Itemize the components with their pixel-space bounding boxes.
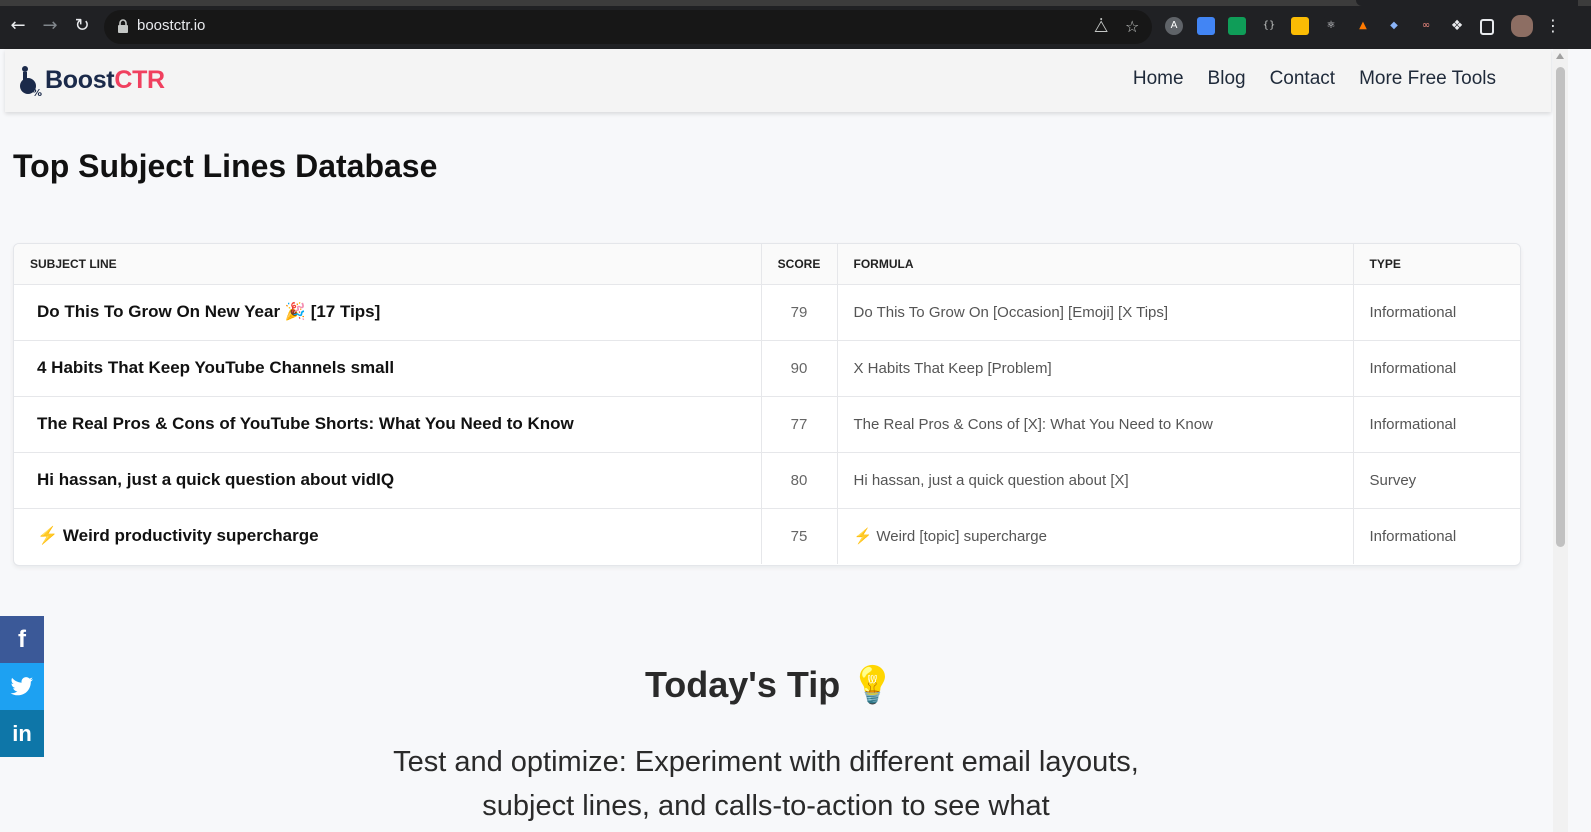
mail-extension-icon[interactable] — [1228, 17, 1246, 35]
type-cell: Informational — [1353, 284, 1520, 341]
analytics-extension-icon[interactable]: ▲ — [1354, 17, 1372, 35]
reload-icon[interactable]: ↻ — [70, 14, 94, 38]
nav-blog-link[interactable]: Blog — [1208, 68, 1246, 90]
nav-more-tools-link[interactable]: More Free Tools — [1359, 68, 1496, 90]
profile-avatar[interactable] — [1511, 15, 1533, 37]
formula-cell: ⚡ Weird [topic] supercharge — [837, 508, 1354, 564]
forward-icon[interactable]: → — [38, 14, 62, 38]
puzzle-extensions-icon[interactable]: ❖ — [1448, 17, 1466, 35]
subject-cell[interactable]: The Real Pros & Cons of YouTube Shorts: … — [14, 396, 762, 453]
subject-cell[interactable]: Hi hassan, just a quick question about v… — [14, 452, 762, 509]
tab-strip — [0, 0, 1591, 6]
linkedin-icon: in — [12, 720, 32, 746]
column-header-score[interactable]: SCORE — [761, 244, 838, 285]
column-header-formula[interactable]: FORMULA — [837, 244, 1354, 285]
share-icon[interactable]: ⧊ — [1094, 17, 1108, 37]
score-cell: 90 — [761, 340, 838, 397]
browser-menu-icon[interactable]: ⋮ — [1541, 14, 1565, 38]
lock-icon — [118, 19, 128, 33]
docs-extension-icon[interactable] — [1197, 17, 1215, 35]
column-header-type[interactable]: TYPE — [1353, 244, 1520, 285]
url-text[interactable]: boostctr.io — [137, 17, 205, 34]
browser-tab[interactable] — [1356, 0, 1578, 6]
type-cell: Informational — [1353, 340, 1520, 397]
subject-lines-table-card: SUBJECT LINE SCORE FORMULA TYPE Do This … — [13, 243, 1521, 566]
table-header-row: SUBJECT LINE SCORE FORMULA TYPE — [14, 244, 1520, 285]
formula-cell: The Real Pros & Cons of [X]: What You Ne… — [837, 396, 1354, 453]
formula-cell: Hi hassan, just a quick question about [… — [837, 452, 1354, 509]
formula-cell: Do This To Grow On [Occasion] [Emoji] [X… — [837, 284, 1354, 341]
sidepanel-icon[interactable] — [1480, 19, 1494, 35]
table-row[interactable]: ⚡ Weird productivity supercharge 75 ⚡ We… — [14, 508, 1520, 564]
score-cell: 77 — [761, 396, 838, 453]
json-extension-icon[interactable]: {} — [1260, 17, 1278, 35]
table-row[interactable]: The Real Pros & Cons of YouTube Shorts: … — [14, 396, 1520, 453]
scroll-up-icon[interactable] — [1556, 53, 1564, 59]
subject-lines-table: SUBJECT LINE SCORE FORMULA TYPE Do This … — [14, 244, 1520, 564]
site-header: % BoostCTR Home Blog Contact More Free T… — [5, 49, 1551, 112]
nav-home-link[interactable]: Home — [1133, 68, 1184, 90]
facebook-icon: f — [18, 625, 26, 653]
score-cell: 75 — [761, 508, 838, 564]
subject-cell[interactable]: ⚡ Weird productivity supercharge — [14, 508, 762, 564]
nav-contact-link[interactable]: Contact — [1270, 68, 1335, 90]
svg-text:%: % — [32, 88, 42, 97]
glasses-extension-icon[interactable]: ∞ — [1417, 17, 1435, 35]
address-bar[interactable]: boostctr.io ⧊ ☆ — [104, 10, 1152, 44]
main-navigation: Home Blog Contact More Free Tools — [1133, 68, 1496, 90]
page-scrollbar[interactable] — [1553, 49, 1568, 832]
react-extension-icon[interactable]: ⚛ — [1322, 17, 1340, 35]
linkedin-share-button[interactable]: in — [0, 710, 44, 757]
maps-extension-icon[interactable] — [1291, 17, 1309, 35]
bookmark-star-icon[interactable]: ☆ — [1125, 17, 1139, 36]
type-cell: Survey — [1353, 452, 1520, 509]
site-logo[interactable]: BoostCTR — [45, 66, 165, 95]
boost-logo-icon[interactable]: % — [17, 65, 43, 97]
todays-tip-heading: Today's Tip 💡 — [644, 664, 896, 705]
back-icon[interactable]: ← — [6, 14, 30, 38]
browser-toolbar: ← → ↻ boostctr.io ⧊ ☆ A {} ⚛ ▲ ◆ ∞ ❖ ⋮ — [0, 0, 1591, 49]
scrollbar-thumb[interactable] — [1556, 67, 1565, 547]
score-cell: 80 — [761, 452, 838, 509]
shield-extension-icon[interactable]: ◆ — [1385, 17, 1403, 35]
todays-tip-text: Test and optimize: Experiment with diffe… — [393, 746, 1139, 822]
type-cell: Informational — [1369, 527, 1457, 545]
page-title: Top Subject Lines Database — [13, 148, 438, 184]
adblock-extension-icon[interactable]: A — [1165, 17, 1183, 35]
type-cell: Informational — [1353, 396, 1520, 453]
logo-prefix: Boost — [45, 66, 115, 94]
table-row[interactable]: Hi hassan, just a quick question about v… — [14, 452, 1520, 509]
table-row[interactable]: 4 Habits That Keep YouTube Channels smal… — [14, 340, 1520, 397]
facebook-share-button[interactable]: f — [0, 616, 44, 663]
logo-suffix: CTR — [114, 66, 165, 94]
formula-cell: X Habits That Keep [Problem] — [837, 340, 1354, 397]
subject-cell[interactable]: 4 Habits That Keep YouTube Channels smal… — [14, 340, 762, 397]
column-header-subject[interactable]: SUBJECT LINE — [14, 244, 762, 285]
subject-cell[interactable]: Do This To Grow On New Year 🎉 [17 Tips] — [14, 284, 762, 341]
score-cell: 79 — [761, 284, 838, 341]
table-row[interactable]: Do This To Grow On New Year 🎉 [17 Tips] … — [14, 284, 1520, 341]
